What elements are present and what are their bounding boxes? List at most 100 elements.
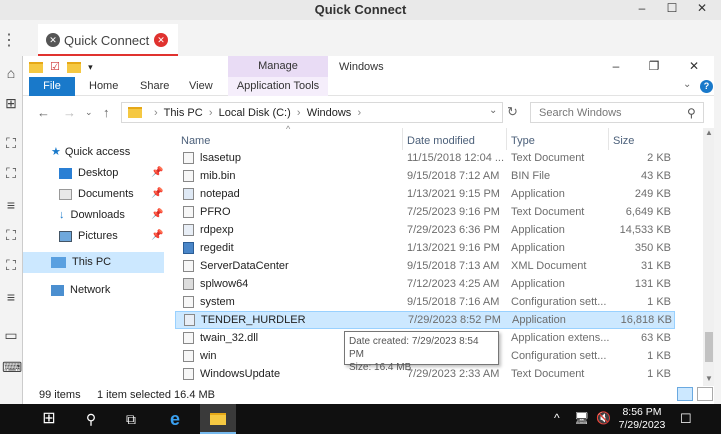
up-arrow-icon[interactable]: ↑ [103, 105, 110, 120]
menu-icon[interactable]: ⋮ [0, 28, 18, 54]
explorer-minimize-button[interactable]: – [606, 59, 626, 75]
item-count: 99 items [39, 389, 81, 401]
windows-start-icon[interactable]: ⊞ [38, 409, 60, 429]
file-name: splwow64 [200, 278, 249, 290]
back-arrow-icon[interactable]: ← [37, 105, 50, 120]
minimize-button[interactable]: – [628, 1, 656, 19]
pin-icon[interactable]: 📌 [151, 167, 163, 178]
table-row[interactable]: ServerDataCenter 9/15/2018 7:13 AM XML D… [175, 257, 675, 275]
desktop-icon [59, 167, 72, 179]
table-row[interactable]: splwow64 7/12/2023 4:25 AM Application 1… [175, 275, 675, 293]
recent-locations-icon[interactable]: ⌄ [85, 107, 93, 118]
breadcrumb-this-pc[interactable]: This PC [164, 107, 203, 119]
new-folder-icon[interactable] [67, 61, 81, 73]
nav-pictures[interactable]: Pictures [59, 226, 118, 246]
customize-qa-icon[interactable]: ▾ [88, 62, 93, 73]
menu-lines-icon[interactable]: ≡ [2, 196, 20, 214]
notifications-icon[interactable]: ☐ [680, 411, 692, 427]
home-icon[interactable]: ⌂ [2, 64, 20, 82]
file-name: system [200, 296, 235, 308]
expand-icon[interactable]: ⛶ [2, 256, 20, 274]
quick-access-toolbar: ☑ ▾ [29, 60, 97, 74]
nav-quick-access[interactable]: ★ Quick access [51, 142, 130, 162]
table-row[interactable]: PFRO 7/25/2023 9:16 PM Text Document 6,6… [175, 203, 675, 221]
network-icon[interactable]: 🖥 [574, 411, 589, 425]
scrollbar-thumb[interactable] [705, 332, 713, 362]
tab-share[interactable]: Share [140, 77, 169, 96]
file-type: Application [511, 188, 565, 200]
nav-desktop[interactable]: Desktop [59, 163, 118, 183]
address-bar[interactable]: › This PC › Local Disk (C:) › Windows › … [121, 102, 503, 123]
keyboard-icon[interactable]: ⌨ [2, 358, 22, 376]
tab-home[interactable]: Home [89, 77, 118, 96]
fullscreen-icon[interactable]: ⛶ [2, 164, 20, 182]
chevron-down-icon[interactable]: ⌄ [683, 79, 691, 90]
settings-lines-icon[interactable]: ≡ [2, 288, 20, 306]
close-tab-icon[interactable]: ✕ [154, 33, 168, 47]
scroll-up-icon[interactable]: ▲ [704, 128, 714, 137]
file-date: 7/29/2023 8:52 PM [408, 314, 501, 326]
tab-file[interactable]: File [29, 77, 75, 96]
scroll-down-icon[interactable]: ▼ [704, 374, 714, 383]
tab-application-tools[interactable]: Application Tools [228, 77, 328, 96]
pin-icon[interactable]: 📌 [151, 209, 163, 220]
search-placeholder: Search Windows [539, 107, 622, 119]
search-input[interactable]: Search Windows ⚲ [530, 102, 704, 123]
app-icon [184, 314, 195, 326]
close-button[interactable]: ✕ [688, 1, 716, 19]
file-size: 350 KB [634, 242, 671, 254]
app-icon [183, 224, 194, 236]
column-header-size[interactable]: Size [613, 132, 634, 150]
breadcrumb-windows[interactable]: Windows [307, 107, 352, 119]
table-row-selected[interactable]: TENDER_HURDLER 7/29/2023 8:52 PM Applica… [175, 311, 675, 329]
pin-icon[interactable]: 📌 [151, 230, 163, 241]
task-view-icon[interactable]: ⧉ [120, 409, 142, 429]
large-icons-view-icon[interactable] [697, 387, 713, 401]
details-view-icon[interactable] [677, 387, 693, 401]
nav-this-pc[interactable]: This PC [51, 252, 111, 272]
table-row[interactable]: system 9/15/2018 7:16 AM Configuration s… [175, 293, 675, 311]
address-dropdown-icon[interactable]: ⌄ [489, 105, 497, 116]
fit-screen-icon[interactable]: ⛶ [2, 134, 20, 152]
column-header-date[interactable]: Date modified [407, 132, 475, 150]
tab-view[interactable]: View [189, 77, 213, 96]
nav-documents[interactable]: Documents [59, 184, 134, 204]
help-icon[interactable]: ? [700, 80, 713, 93]
pin-icon[interactable]: 📌 [151, 188, 163, 199]
file-name: twain_32.dll [200, 332, 259, 344]
table-row[interactable]: rdpexp 7/29/2023 6:36 PM Application 14,… [175, 221, 675, 239]
nav-network[interactable]: Network [51, 280, 110, 300]
file-size: 1 KB [647, 296, 671, 308]
scale-icon[interactable]: ⛶ [2, 226, 20, 244]
column-header-name[interactable]: Name [181, 132, 210, 150]
manage-context-tab[interactable]: Manage [228, 56, 328, 77]
edge-browser-icon[interactable]: e [164, 409, 186, 429]
column-header-type[interactable]: Type [511, 132, 535, 150]
show-hidden-icons-icon[interactable]: ^ [554, 411, 560, 425]
refresh-icon[interactable]: ↻ [507, 104, 518, 120]
explorer-close-button[interactable]: ✕ [684, 59, 704, 75]
app-titlebar: Quick Connect – ☐ ✕ [0, 0, 721, 20]
maximize-button[interactable]: ☐ [658, 1, 686, 19]
properties-icon[interactable]: ☑ [50, 60, 60, 73]
file-name: mib.bin [200, 170, 236, 182]
system-clock[interactable]: 8:56 PM 7/29/2023 [614, 406, 670, 432]
tab-quick-connect[interactable]: ✕ Quick Connect ✕ [38, 24, 178, 56]
table-row[interactable]: notepad 1/13/2021 9:15 PM Application 24… [175, 185, 675, 203]
table-row[interactable]: lsasetup 11/15/2018 12:04 ... Text Docum… [175, 149, 675, 167]
table-row[interactable]: regedit 1/13/2021 9:16 PM Application 35… [175, 239, 675, 257]
table-row[interactable]: mib.bin 9/15/2018 7:12 AM BIN File 43 KB [175, 167, 675, 185]
file-explorer-taskbar-button[interactable] [200, 404, 236, 434]
breadcrumb-local-disk[interactable]: Local Disk (C:) [219, 107, 291, 119]
status-bar: 99 items 1 item selected 16.4 MB [23, 386, 715, 404]
search-icon[interactable]: ⚲ [80, 409, 102, 429]
new-session-icon[interactable]: ⊞ [2, 94, 20, 112]
search-icon: ⚲ [687, 106, 696, 120]
explorer-maximize-button[interactable]: ❐ [644, 59, 664, 75]
column-divider [506, 128, 507, 150]
forward-arrow-icon[interactable]: → [63, 105, 76, 120]
nav-downloads[interactable]: ↓ Downloads [59, 205, 125, 225]
file-date: 7/25/2023 9:16 PM [407, 206, 500, 218]
monitor-icon[interactable]: ▭ [2, 326, 20, 344]
volume-muted-icon[interactable]: 🔇 [596, 411, 611, 425]
